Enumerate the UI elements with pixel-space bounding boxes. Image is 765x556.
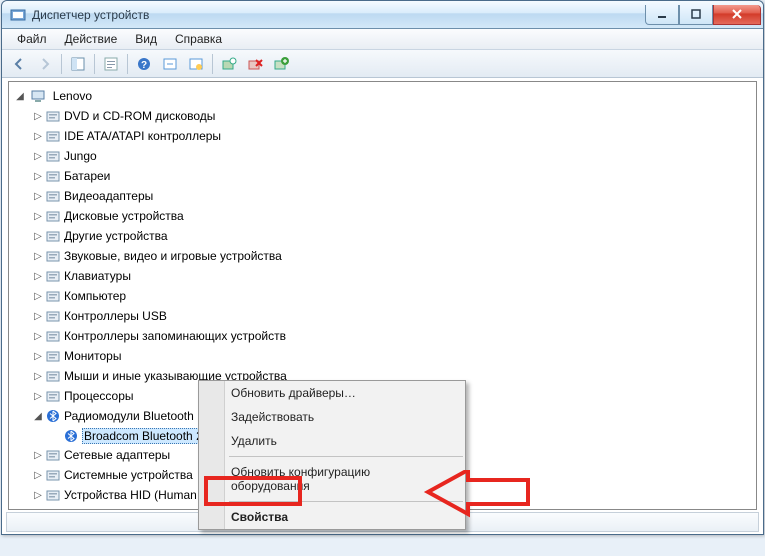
tree-category[interactable]: ▷Батареи — [33, 166, 756, 186]
category-icon — [45, 507, 61, 510]
category-icon — [45, 368, 61, 384]
toolbar: ? — [2, 50, 763, 78]
expand-icon[interactable]: ▷ — [33, 208, 43, 226]
app-icon — [10, 7, 26, 23]
expand-icon[interactable]: ▷ — [33, 168, 43, 186]
expand-icon[interactable]: ▷ — [33, 188, 43, 206]
expand-icon[interactable]: ▷ — [33, 328, 43, 346]
close-button[interactable] — [713, 5, 761, 25]
category-icon — [45, 487, 61, 503]
bluetooth-icon — [45, 408, 61, 424]
category-icon — [45, 248, 61, 264]
action-toolbar-button-2[interactable] — [184, 52, 208, 76]
bluetooth-icon — [63, 428, 79, 444]
expand-icon[interactable]: ▷ — [33, 228, 43, 246]
menu-help[interactable]: Справка — [166, 30, 231, 48]
category-icon — [45, 188, 61, 204]
properties-toolbar-button[interactable] — [99, 52, 123, 76]
category-icon — [45, 148, 61, 164]
category-icon — [45, 268, 61, 284]
menu-file[interactable]: Файл — [8, 30, 56, 48]
expand-icon[interactable]: ▷ — [33, 128, 43, 146]
category-icon — [45, 108, 61, 124]
scan-hardware-button[interactable] — [217, 52, 241, 76]
category-icon — [45, 168, 61, 184]
tree-category[interactable]: ▷Контроллеры USB — [33, 306, 756, 326]
tree-category[interactable]: ▷Мониторы — [33, 346, 756, 366]
action-toolbar-button-1[interactable] — [158, 52, 182, 76]
enable-button[interactable] — [269, 52, 293, 76]
category-icon — [45, 128, 61, 144]
tree-category[interactable]: ▷Компьютер — [33, 286, 756, 306]
ctx-enable[interactable]: Задействовать — [199, 405, 465, 429]
expand-icon[interactable]: ▷ — [33, 447, 43, 465]
minimize-button[interactable] — [645, 5, 679, 25]
menu-view[interactable]: Вид — [126, 30, 166, 48]
category-icon — [45, 328, 61, 344]
expand-icon[interactable]: ▷ — [33, 507, 43, 510]
tree-category[interactable]: ▷DVD и CD-ROM дисководы — [33, 106, 756, 126]
maximize-button[interactable] — [679, 5, 713, 25]
forward-button[interactable] — [33, 52, 57, 76]
menubar: Файл Действие Вид Справка — [2, 29, 763, 50]
menu-action[interactable]: Действие — [56, 30, 127, 48]
show-hide-tree-button[interactable] — [66, 52, 90, 76]
expand-icon[interactable]: ▷ — [33, 348, 43, 366]
uninstall-button[interactable] — [243, 52, 267, 76]
expand-icon[interactable]: ▷ — [33, 148, 43, 166]
tree-category[interactable]: ▷Видеоадаптеры — [33, 186, 756, 206]
tree-category[interactable]: ▷Звуковые, видео и игровые устройства — [33, 246, 756, 266]
ctx-scan-hardware[interactable]: Обновить конфигурацию оборудования — [199, 460, 465, 498]
help-toolbar-button[interactable]: ? — [132, 52, 156, 76]
expand-icon[interactable]: ▷ — [33, 248, 43, 266]
category-icon — [45, 288, 61, 304]
expand-icon[interactable]: ◢ — [15, 88, 25, 106]
svg-text:?: ? — [141, 60, 147, 71]
expand-icon[interactable]: ◢ — [33, 408, 43, 426]
ctx-delete[interactable]: Удалить — [199, 429, 465, 453]
category-icon — [45, 208, 61, 224]
back-button[interactable] — [7, 52, 31, 76]
expand-icon[interactable]: ▷ — [33, 268, 43, 286]
category-icon — [45, 467, 61, 483]
window-title: Диспетчер устройств — [32, 8, 645, 22]
expand-icon[interactable]: ▷ — [33, 288, 43, 306]
expand-icon[interactable]: ▷ — [33, 308, 43, 326]
category-icon — [45, 388, 61, 404]
ctx-properties[interactable]: Свойства — [199, 505, 465, 529]
expand-icon[interactable]: ▷ — [33, 467, 43, 485]
computer-icon — [30, 88, 46, 104]
category-icon — [45, 447, 61, 463]
expand-icon[interactable]: ▷ — [33, 368, 43, 386]
tree-category[interactable]: ▷Дисковые устройства — [33, 206, 756, 226]
tree-category[interactable]: ▷Jungo — [33, 146, 756, 166]
tree-category[interactable]: ▷IDE ATA/ATAPI контроллеры — [33, 126, 756, 146]
category-icon — [45, 308, 61, 324]
tree-category[interactable]: ▷Клавиатуры — [33, 266, 756, 286]
tree-category[interactable]: ▷Контроллеры запоминающих устройств — [33, 326, 756, 346]
category-icon — [45, 228, 61, 244]
category-icon — [45, 348, 61, 364]
expand-icon[interactable]: ▷ — [33, 388, 43, 406]
expand-icon[interactable]: ▷ — [33, 108, 43, 126]
titlebar[interactable]: Диспетчер устройств — [2, 1, 763, 29]
expand-icon[interactable]: ▷ — [33, 487, 43, 505]
tree-category[interactable]: ▷Другие устройства — [33, 226, 756, 246]
ctx-update-drivers[interactable]: Обновить драйверы… — [199, 381, 465, 405]
context-menu: Обновить драйверы… Задействовать Удалить… — [198, 380, 466, 530]
